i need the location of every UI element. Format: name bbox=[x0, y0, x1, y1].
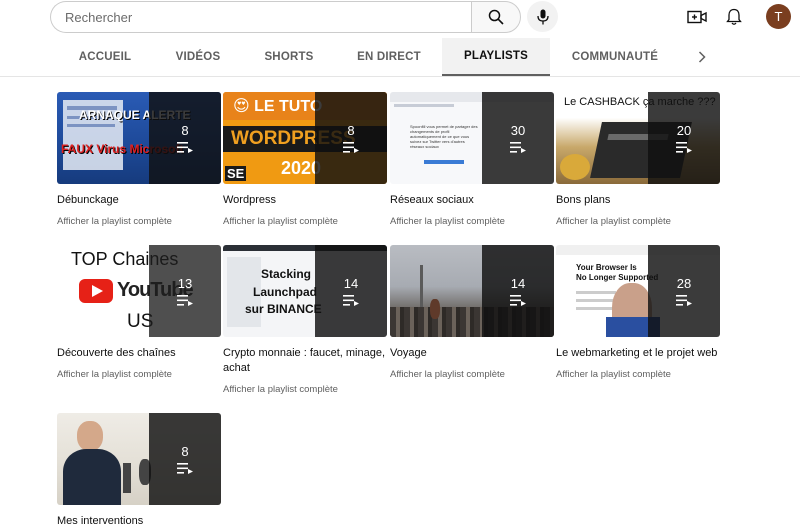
create-button[interactable] bbox=[686, 6, 708, 28]
playlist-card: Spoonfill vous permet de partager des ch… bbox=[390, 92, 554, 227]
playlist-thumbnail[interactable]: 8 bbox=[57, 413, 221, 505]
thumbnail-text: 😍 LE TUTO bbox=[233, 98, 323, 115]
playlist-card: 😍 LE TUTO WORDPRESS 2020 SE 8 Wordpress … bbox=[223, 92, 387, 227]
top-bar: T bbox=[0, 0, 800, 36]
video-count: 14 bbox=[343, 275, 359, 291]
playlist-icon bbox=[676, 294, 692, 306]
playlist-card: Le CASHBACK ça marche ??? 20 Bons plans … bbox=[556, 92, 720, 227]
thumbnail-text: Spoonfill vous permet de partager des ch… bbox=[410, 124, 478, 149]
playlist-count-overlay: 13 bbox=[149, 245, 221, 337]
tab-playlists[interactable]: PLAYLISTS bbox=[442, 38, 550, 76]
playlist-thumbnail[interactable]: Your Browser Is No Longer Supported 28 bbox=[556, 245, 720, 337]
playlist-thumbnail[interactable]: Stacking Launchpad sur BINANCE 14 bbox=[223, 245, 387, 337]
playlist-count-overlay: 28 bbox=[648, 245, 720, 337]
playlist-card: Your Browser Is No Longer Supported 28 L… bbox=[556, 245, 720, 380]
playlist-card: TOP Chaines YouTube US 13 Découverte des… bbox=[57, 245, 221, 380]
playlist-title[interactable]: Wordpress bbox=[223, 193, 387, 208]
video-count: 13 bbox=[177, 275, 193, 291]
tab-communaute[interactable]: COMMUNAUTÉ bbox=[565, 38, 665, 76]
tabs-next-button[interactable] bbox=[692, 47, 712, 67]
view-full-playlist-link[interactable]: Afficher la playlist complète bbox=[223, 384, 387, 395]
view-full-playlist-link[interactable]: Afficher la playlist complète bbox=[556, 369, 720, 380]
tab-en-direct[interactable]: EN DIRECT bbox=[343, 38, 435, 76]
view-full-playlist-link[interactable]: Afficher la playlist complète bbox=[390, 369, 554, 380]
playlist-thumbnail[interactable]: 😍 LE TUTO WORDPRESS 2020 SE 8 bbox=[223, 92, 387, 184]
channel-tabs: ACCUEIL VIDÉOS SHORTS EN DIRECT PLAYLIST… bbox=[0, 38, 800, 77]
playlist-title[interactable]: Mes interventions bbox=[57, 514, 221, 529]
video-count: 28 bbox=[676, 275, 692, 291]
video-count: 30 bbox=[510, 122, 526, 138]
tab-videos[interactable]: VIDÉOS bbox=[155, 38, 241, 76]
view-full-playlist-link[interactable]: Afficher la playlist complète bbox=[57, 369, 221, 380]
playlist-count-overlay: 8 bbox=[315, 92, 387, 184]
playlist-count-overlay: 14 bbox=[482, 245, 554, 337]
playlist-icon bbox=[177, 462, 193, 474]
search-icon bbox=[488, 9, 504, 25]
playlist-title[interactable]: Crypto monnaie : faucet, minage, achat bbox=[223, 346, 387, 376]
playlist-count-overlay: 8 bbox=[149, 92, 221, 184]
notifications-button[interactable] bbox=[723, 6, 745, 28]
playlist-thumbnail[interactable]: Spoonfill vous permet de partager des ch… bbox=[390, 92, 554, 184]
thumbnail-text: Your Browser Is bbox=[576, 263, 637, 272]
playlist-title[interactable]: Réseaux sociaux bbox=[390, 193, 554, 208]
playlist-title[interactable]: Bons plans bbox=[556, 193, 720, 208]
playlist-icon bbox=[177, 294, 193, 306]
playlist-count-overlay: 20 bbox=[648, 92, 720, 184]
thumbnail-text: No Longer Supported bbox=[576, 273, 659, 282]
thumbnail-text: sur BINANCE bbox=[245, 302, 322, 316]
bell-icon bbox=[726, 8, 742, 25]
microphone-icon bbox=[536, 9, 549, 24]
chevron-right-icon bbox=[698, 51, 706, 63]
thumbnail-text: Stacking bbox=[261, 267, 312, 281]
playlist-title[interactable]: Voyage bbox=[390, 346, 554, 361]
playlist-card: Stacking Launchpad sur BINANCE 14 Crypto… bbox=[223, 245, 387, 395]
playlist-icon bbox=[510, 294, 526, 306]
playlist-card: 8 Mes interventions bbox=[57, 413, 221, 529]
playlist-count-overlay: 14 bbox=[315, 245, 387, 337]
playlist-icon bbox=[177, 141, 193, 153]
search-input[interactable] bbox=[50, 1, 471, 33]
playlist-icon bbox=[676, 141, 692, 153]
search-button[interactable] bbox=[471, 1, 521, 33]
playlist-thumbnail[interactable]: Le CASHBACK ça marche ??? 20 bbox=[556, 92, 720, 184]
avatar[interactable]: T bbox=[766, 4, 791, 29]
playlist-title[interactable]: Le webmarketing et le projet web bbox=[556, 346, 720, 361]
playlist-card: 14 Voyage Afficher la playlist complète bbox=[390, 245, 554, 380]
playlist-title[interactable]: Débunckage bbox=[57, 193, 221, 208]
video-count: 8 bbox=[181, 443, 189, 459]
playlist-title[interactable]: Découverte des chaînes bbox=[57, 346, 221, 361]
view-full-playlist-link[interactable]: Afficher la playlist complète bbox=[390, 216, 554, 227]
view-full-playlist-link[interactable]: Afficher la playlist complète bbox=[556, 216, 720, 227]
search-bar bbox=[50, 1, 521, 33]
playlist-thumbnail[interactable]: 14 bbox=[390, 245, 554, 337]
video-count: 20 bbox=[676, 122, 692, 138]
playlist-count-overlay: 8 bbox=[149, 413, 221, 505]
thumbnail-text: SE bbox=[225, 166, 247, 181]
playlist-thumbnail[interactable]: ARNAQUE ALERTE FAUX Virus Microsoft 8 bbox=[57, 92, 221, 184]
playlist-thumbnail[interactable]: TOP Chaines YouTube US 13 bbox=[57, 245, 221, 337]
video-count: 8 bbox=[347, 122, 355, 138]
video-count: 14 bbox=[510, 275, 526, 291]
playlist-count-overlay: 30 bbox=[482, 92, 554, 184]
playlist-icon bbox=[343, 294, 359, 306]
create-video-icon bbox=[687, 10, 707, 24]
tab-shorts[interactable]: SHORTS bbox=[246, 38, 332, 76]
view-full-playlist-link[interactable]: Afficher la playlist complète bbox=[223, 216, 387, 227]
voice-search-button[interactable] bbox=[527, 1, 558, 32]
playlist-icon bbox=[510, 141, 526, 153]
thumbnail-text: Launchpad bbox=[253, 285, 318, 299]
tab-accueil[interactable]: ACCUEIL bbox=[62, 38, 148, 76]
video-count: 8 bbox=[181, 122, 189, 138]
view-full-playlist-link[interactable]: Afficher la playlist complète bbox=[57, 216, 221, 227]
playlist-card: ARNAQUE ALERTE FAUX Virus Microsoft 8 Dé… bbox=[57, 92, 221, 227]
playlist-icon bbox=[343, 141, 359, 153]
